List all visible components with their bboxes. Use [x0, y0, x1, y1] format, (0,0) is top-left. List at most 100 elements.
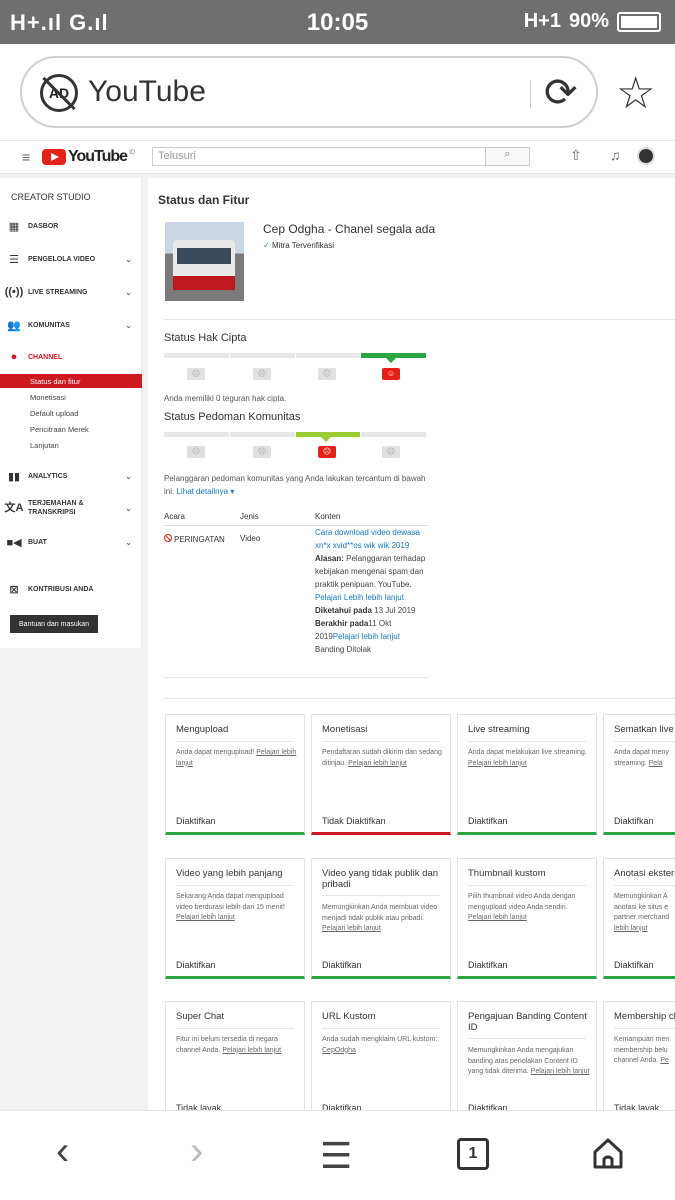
- feature-card-private-videos: Video yang tidak publik dan pribadi Memu…: [311, 858, 451, 979]
- channel-thumbnail: [165, 222, 244, 301]
- sidebar-item-analytics[interactable]: ▮▮ ANALYTICS ⌄: [0, 466, 142, 486]
- learn-more-link-2[interactable]: Pelajari lebih lanjut: [333, 632, 400, 641]
- feature-status: Diaktifkan: [176, 960, 216, 970]
- feature-card-upload: Mengupload Anda dapat mengupload! Pelaja…: [165, 714, 305, 835]
- search-icon[interactable]: ⌕: [486, 147, 530, 166]
- sidebar-item-live-streaming[interactable]: ((•)) LIVE STREAMING ⌄: [0, 282, 142, 302]
- see-details-link[interactable]: Lihat detailnya ▾: [176, 487, 234, 496]
- custom-url-link[interactable]: CepOdgha: [322, 1047, 356, 1054]
- feature-card-membership: Membership ch Kemampuan men membership b…: [603, 1001, 675, 1122]
- col-header-type: Jenis: [240, 512, 259, 521]
- sidebar-subitem-advanced[interactable]: Lanjutan: [0, 438, 142, 452]
- table-bottom-line: [164, 677, 428, 678]
- sidebar-item-create[interactable]: ■◀ BUAT ⌄: [0, 532, 142, 552]
- channel-name[interactable]: Cep Odgha - Chanel segala ada: [263, 222, 435, 236]
- youtube-logo[interactable]: YouTube ID: [42, 148, 135, 166]
- section-divider: [164, 319, 675, 320]
- play-logo-icon: [42, 149, 66, 165]
- feature-status: Tidak Diaktifkan: [322, 816, 386, 826]
- sidebar-item-community[interactable]: 👥 KOMUNITAS ⌄: [0, 315, 142, 335]
- address-text[interactable]: YouTube: [88, 75, 206, 109]
- avatar[interactable]: [637, 147, 655, 165]
- help-feedback-button[interactable]: Bantuan dan masukan: [10, 615, 98, 633]
- menu-icon[interactable]: ≡: [22, 149, 30, 165]
- browser-bottom-nav: ‹ › ☰ 1: [0, 1110, 675, 1200]
- chevron-down-icon: ⌄: [125, 503, 132, 513]
- adblock-icon[interactable]: AD: [40, 74, 78, 112]
- verified-badge: ✓ Mitra Terverifikasi: [263, 241, 335, 250]
- meter-pointer: [321, 437, 331, 442]
- sidebar-item-dasbor[interactable]: ▦ DASBOR: [0, 216, 142, 236]
- learn-more-link[interactable]: Pelajari lebih lanjut: [531, 1068, 590, 1075]
- chevron-down-icon: ⌄: [125, 287, 132, 297]
- learn-more-link[interactable]: Pelajari lebih lanjut: [348, 760, 407, 767]
- face-icon: ☹: [187, 446, 205, 458]
- creator-studio-sidebar: CREATOR STUDIO ▦ DASBOR ☰ PENGELOLA VIDEO ⌄…: [0, 178, 142, 648]
- bookmark-star-icon[interactable]: ☆: [616, 68, 655, 119]
- prohibited-icon: [164, 534, 172, 542]
- face-active-icon: ☺: [382, 368, 400, 380]
- home-icon[interactable]: [592, 1137, 624, 1169]
- learn-more-link[interactable]: Pela: [649, 760, 663, 767]
- reload-icon[interactable]: ⟳: [544, 70, 578, 116]
- feature-status: Diaktifkan: [468, 816, 508, 826]
- feature-card-content-id-appeal: Pengajuan Banding Content ID Memungkinka…: [457, 1001, 597, 1122]
- copyright-note: Anda memiliki 0 teguran hak cipta.: [164, 394, 287, 403]
- col-header-event: Acara: [164, 512, 185, 521]
- community-meter: [164, 432, 426, 437]
- feature-card-super-chat: Super Chat Fitur ini belum tersedia di n…: [165, 1001, 305, 1122]
- learn-more-link[interactable]: Pelajari lebih lanjut: [468, 914, 527, 921]
- forward-icon[interactable]: ›: [190, 1129, 203, 1174]
- chevron-down-icon: ⌄: [125, 320, 132, 330]
- tab-count-button[interactable]: 1: [457, 1138, 489, 1170]
- account-icon: ●: [10, 351, 18, 363]
- strike-type: Video: [240, 534, 261, 543]
- sidebar-item-contributions[interactable]: ⊠ KONTRIBUSI ANDA: [0, 579, 142, 599]
- learn-more-link[interactable]: lebih lanjut: [614, 925, 647, 932]
- sidebar-subitem-branding[interactable]: Pencitraan Merek: [0, 422, 142, 436]
- bell-icon[interactable]: ♫: [610, 147, 621, 163]
- learn-more-link[interactable]: Pelajari lebih lanjut: [176, 914, 235, 921]
- feature-status: Diaktifkan: [614, 960, 654, 970]
- address-divider: [530, 80, 531, 108]
- video-camera-icon: ■◀: [6, 536, 22, 549]
- train-image: [173, 240, 235, 290]
- learn-more-link[interactable]: Pelajari lebih lanjut: [468, 760, 527, 767]
- feature-status: Diaktifkan: [176, 816, 216, 826]
- copyright-status-title: Status Hak Cipta: [164, 332, 247, 344]
- feature-status: Diaktifkan: [468, 960, 508, 970]
- sidebar-item-video-manager[interactable]: ☰ PENGELOLA VIDEO ⌄: [0, 249, 142, 269]
- check-icon: ✓: [263, 241, 272, 250]
- learn-more-link[interactable]: Pelajari Lebih lebih lanjut: [315, 593, 404, 602]
- status-features-panel: Status dan Fitur Cep Odgha - Chanel sega…: [148, 178, 675, 1122]
- strike-video-link[interactable]: Cara download video dewasa xn*x xvid**os…: [315, 528, 420, 550]
- upload-icon[interactable]: ⇧: [570, 147, 582, 164]
- address-bar[interactable]: AD YouTube ⟳: [20, 56, 598, 128]
- page-title: Status dan Fitur: [158, 193, 250, 207]
- video-manager-icon: ☰: [9, 253, 19, 266]
- learn-more-link[interactable]: Pe: [660, 1057, 669, 1064]
- face-active-icon: ☹: [318, 446, 336, 458]
- back-icon[interactable]: ‹: [56, 1129, 69, 1174]
- face-icon: ☹: [253, 446, 271, 458]
- learn-more-link[interactable]: Pelajari lebih lanjut: [222, 1047, 281, 1054]
- feature-card-longer-videos: Video yang lebih panjang Sekarang Anda d…: [165, 858, 305, 979]
- chevron-down-icon: ⌄: [125, 471, 132, 481]
- feature-card-custom-url: URL Kustom Anda sudah mengklaim URL kust…: [311, 1001, 451, 1122]
- menu-icon[interactable]: ☰: [320, 1135, 352, 1177]
- face-icon: ☹: [382, 446, 400, 458]
- status-right: H+1 90%: [524, 10, 661, 33]
- learn-more-link[interactable]: Pelajari lebih lanjut: [322, 925, 381, 932]
- sidebar-subitem-upload-defaults[interactable]: Default upload: [0, 406, 142, 420]
- meter-pointer: [386, 358, 396, 363]
- sidebar-subitem-monetization[interactable]: Monetisasi: [0, 390, 142, 404]
- sidebar-item-translations[interactable]: 文A TERJEMAHAN & TRANSKRIPSI ⌄: [0, 498, 142, 518]
- sidebar-item-channel[interactable]: ● CHANNEL: [0, 347, 142, 367]
- youtube-header: ≡ YouTube ID Telusuri ⌕ ⇧ ♫: [0, 140, 675, 174]
- search-input[interactable]: Telusuri: [152, 147, 486, 166]
- status-bar: H+.ıl G.ıl 10:05 H+1 90%: [0, 0, 675, 44]
- live-icon: ((•)): [4, 286, 24, 298]
- col-header-content: Konten: [315, 512, 341, 521]
- analytics-icon: ▮▮: [7, 470, 21, 483]
- sidebar-subitem-status[interactable]: Status dan fitur: [0, 374, 142, 388]
